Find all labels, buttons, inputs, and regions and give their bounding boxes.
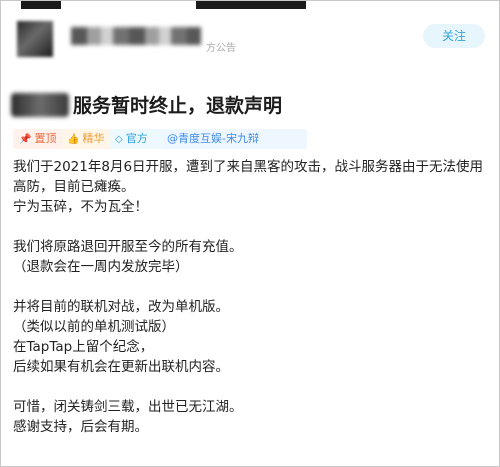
body-line: 我们将原路退回开服至今的所有充值。 xyxy=(13,239,243,255)
body-line: 宁为玉碎，不为瓦全！ xyxy=(13,199,148,215)
paragraph: 我们于2021年8月6日开服，遭到了来自黑客的攻击，战斗服务器由于无法使用 高防… xyxy=(13,157,487,217)
tag-label: 精华 xyxy=(82,132,105,145)
body-line: 并将目前的联机对战，改为单机版。 xyxy=(13,299,229,315)
thumbs-up-icon: 👍 xyxy=(67,134,80,145)
tag-pinned[interactable]: 📌 置顶 xyxy=(13,129,63,149)
post-card: 方公告 关注 服务暂时终止，退款声明 📌 置顶 👍 精华 ◇ 官方 @青度互娱-宋九辩… xyxy=(0,0,500,467)
author-name-redacted[interactable] xyxy=(71,27,201,45)
post-title-row: 服务暂时终止，退款声明 xyxy=(11,87,491,121)
tag-official[interactable]: ◇ 官方 xyxy=(109,129,163,149)
body-line: 高防，目前已瘫痪。 xyxy=(13,179,135,195)
body-line: （类似以前的单机测试版） xyxy=(13,319,175,335)
post-title: 服务暂时终止，退款声明 xyxy=(73,95,283,117)
title-redacted xyxy=(11,93,69,117)
tag-label: @青度互娱-宋九辩 xyxy=(167,132,259,145)
body-line: 我们于2021年8月6日开服，遭到了来自黑客的攻击，战斗服务器由于无法使用 xyxy=(13,159,484,175)
redaction-bar xyxy=(196,1,306,9)
post-header: 方公告 关注 xyxy=(11,15,491,59)
redaction-bar xyxy=(21,1,61,9)
body-line: 可惜，闭关铸剑三载，出世已无江湖。 xyxy=(13,399,243,415)
pin-icon: 📌 xyxy=(19,134,32,145)
tag-featured[interactable]: 👍 精华 xyxy=(61,129,113,149)
paragraph: 我们将原路退回开服至今的所有充值。 （退款会在一周内发放完毕） xyxy=(13,237,487,277)
tag-label: 置顶 xyxy=(34,132,57,145)
body-line: （退款会在一周内发放完毕） xyxy=(13,259,189,275)
body-line: 在TapTap上留个纪念， xyxy=(13,339,154,355)
tag-label: 官方 xyxy=(125,132,148,145)
paragraph: 并将目前的联机对战，改为单机版。 （类似以前的单机测试版） 在TapTap上留个… xyxy=(13,297,487,377)
follow-button[interactable]: 关注 xyxy=(423,24,485,48)
body-line: 后续如果有机会在更新出联机内容。 xyxy=(13,359,229,375)
diamond-icon: ◇ xyxy=(115,134,123,145)
body-line: 感谢支持，后会有期。 xyxy=(13,419,148,435)
tag-mention[interactable]: @青度互娱-宋九辩 xyxy=(161,129,307,149)
post-body: 我们于2021年8月6日开服，遭到了来自黑客的攻击，战斗服务器由于无法使用 高防… xyxy=(13,157,487,437)
author-name-suffix: 方公告 xyxy=(206,43,236,54)
avatar[interactable] xyxy=(17,21,53,57)
paragraph: 可惜，闭关铸剑三载，出世已无江湖。 感谢支持，后会有期。 xyxy=(13,397,487,437)
